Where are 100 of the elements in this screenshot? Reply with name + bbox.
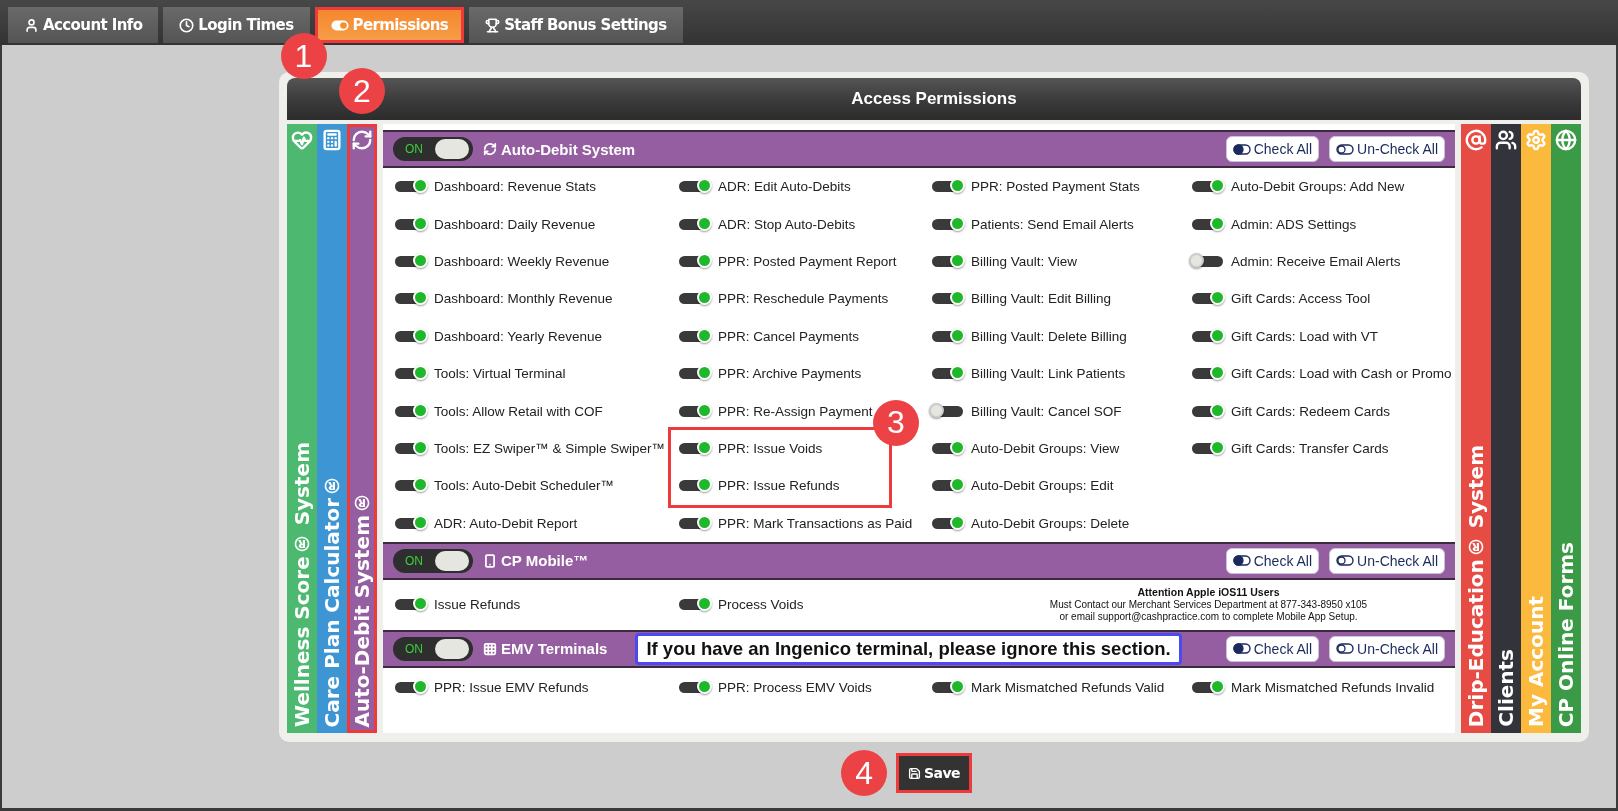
- toggle-switch[interactable]: [395, 293, 426, 305]
- side-tab[interactable]: Clients: [1491, 124, 1521, 733]
- notice-title: Attention Apple iOS11 Users: [1137, 586, 1280, 599]
- permission-label: Gift Cards: Load with Cash or Promo: [1231, 366, 1452, 382]
- toggle-switch[interactable]: [395, 330, 426, 342]
- master-switch[interactable]: ON: [393, 636, 473, 661]
- toggle-switch[interactable]: [1192, 181, 1223, 193]
- permission-label: Gift Cards: Transfer Cards: [1231, 440, 1389, 456]
- side-tab[interactable]: Auto-Debit System®: [347, 124, 377, 733]
- toggle-icon: [1232, 643, 1251, 655]
- master-switch[interactable]: ON: [393, 137, 473, 161]
- section-title: EMV Terminals: [483, 640, 608, 658]
- permission-label: PPR: Cancel Payments: [718, 328, 860, 344]
- toggle-switch[interactable]: [679, 181, 710, 193]
- toggle-switch[interactable]: [679, 405, 710, 417]
- toggle-switch[interactable]: [679, 218, 710, 230]
- toggle-switch[interactable]: [395, 442, 426, 454]
- tab[interactable]: Login Times: [163, 7, 310, 43]
- uncheck-all-button[interactable]: Un-Check All: [1329, 547, 1445, 574]
- toggle-switch[interactable]: [679, 255, 710, 267]
- toggle-switch[interactable]: [679, 480, 710, 492]
- toggle-switch[interactable]: [932, 181, 963, 193]
- toggle-switch[interactable]: [932, 480, 963, 492]
- toggle-switch[interactable]: [395, 517, 426, 529]
- toggle-switch[interactable]: [932, 442, 963, 454]
- toggle-switch[interactable]: [679, 442, 710, 454]
- toggle-switch[interactable]: [1192, 368, 1223, 380]
- callout-number: 2: [339, 68, 385, 114]
- toggle-switch[interactable]: [395, 218, 426, 230]
- save-button[interactable]: Save: [899, 756, 969, 790]
- permission-label: Billing Vault: Delete Billing: [971, 328, 1127, 344]
- toggle-icon: [1232, 143, 1251, 155]
- permission-label: PPR: Re-Assign Payment: [718, 403, 873, 419]
- side-tab[interactable]: Drip-Education® System: [1461, 124, 1491, 733]
- toggle-switch[interactable]: [932, 405, 963, 417]
- toggle-icon: [330, 19, 349, 31]
- permission-label: Tools: Auto-Debit Scheduler™: [434, 478, 615, 494]
- toggle-switch[interactable]: [395, 368, 426, 380]
- permission-label: Issue Refunds: [434, 597, 521, 613]
- permission-label: Dashboard: Daily Revenue: [434, 216, 596, 232]
- toggle-switch[interactable]: [395, 599, 426, 611]
- tab[interactable]: Staff Bonus Settings: [469, 7, 683, 43]
- uncheck-all-button[interactable]: Un-Check All: [1329, 136, 1445, 162]
- toggle-switch[interactable]: [395, 405, 426, 417]
- toggle-icon: [1232, 555, 1251, 567]
- check-all-button[interactable]: Check All: [1225, 547, 1320, 574]
- toggle-switch[interactable]: [679, 517, 710, 529]
- permission-label: PPR: Issue Refunds: [718, 478, 840, 494]
- toggle-switch[interactable]: [932, 255, 963, 267]
- toggle-switch[interactable]: [679, 293, 710, 305]
- refresh-icon: [483, 142, 497, 156]
- permission-label: Tools: EZ Swiper™ & Simple Swiper™: [434, 440, 666, 456]
- permission-label: Auto-Debit Groups: Delete: [971, 515, 1130, 531]
- toggle-icon: [1336, 143, 1355, 155]
- toggle-switch[interactable]: [932, 368, 963, 380]
- section-title: Auto-Debit System: [483, 140, 636, 158]
- toggle-switch[interactable]: [679, 368, 710, 380]
- permission-label: PPR: Mark Transactions as Paid: [718, 515, 913, 531]
- toggle-icon: [1336, 555, 1355, 567]
- toggle-switch[interactable]: [1192, 442, 1223, 454]
- permission-label: Dashboard: Monthly Revenue: [434, 291, 613, 307]
- permission-label: Billing Vault: Edit Billing: [971, 291, 1112, 307]
- toggle-switch[interactable]: [1192, 218, 1223, 230]
- permission-label: Auto-Debit Groups: Edit: [971, 478, 1114, 494]
- check-all-button[interactable]: Check All: [1225, 635, 1320, 662]
- toggle-switch[interactable]: [395, 181, 426, 193]
- users-icon: [1495, 129, 1517, 151]
- callout-number: 4: [841, 750, 888, 796]
- toggle-switch[interactable]: [679, 330, 710, 342]
- toggle-switch[interactable]: [1192, 682, 1223, 694]
- toggle-switch[interactable]: [679, 682, 710, 694]
- permission-label: Billing Vault: View: [971, 253, 1078, 269]
- side-tab[interactable]: CP Online Forms: [1551, 124, 1581, 733]
- permission-label: PPR: Posted Payment Stats: [971, 179, 1140, 195]
- toggle-switch[interactable]: [1192, 330, 1223, 342]
- toggle-switch[interactable]: [932, 682, 963, 694]
- permission-label: Auto-Debit Groups: Add New: [1231, 179, 1405, 195]
- save-icon: [908, 766, 922, 780]
- permission-label: PPR: Issue EMV Refunds: [434, 680, 589, 696]
- toggle-switch[interactable]: [932, 218, 963, 230]
- permission-label: Admin: Receive Email Alerts: [1231, 253, 1401, 269]
- toggle-switch[interactable]: [932, 293, 963, 305]
- tab[interactable]: Account Info: [8, 7, 159, 43]
- permission-label: ADR: Auto-Debit Report: [434, 515, 578, 531]
- toggle-switch[interactable]: [932, 517, 963, 529]
- toggle-switch[interactable]: [1192, 255, 1223, 267]
- check-all-button[interactable]: Check All: [1225, 136, 1320, 162]
- toggle-switch[interactable]: [395, 682, 426, 694]
- toggle-switch[interactable]: [1192, 293, 1223, 305]
- permission-label: Admin: ADS Settings: [1231, 216, 1357, 232]
- toggle-switch[interactable]: [679, 599, 710, 611]
- permission-label: Gift Cards: Load with VT: [1231, 328, 1379, 344]
- toggle-switch[interactable]: [395, 255, 426, 267]
- toggle-switch[interactable]: [932, 330, 963, 342]
- notice-text: Must Contact our Merchant Services Department at 877-343-8950 x105: [1049, 598, 1368, 612]
- toggle-switch[interactable]: [395, 480, 426, 492]
- toggle-switch[interactable]: [1192, 405, 1223, 417]
- callout-number: 3: [873, 399, 919, 446]
- uncheck-all-button[interactable]: Un-Check All: [1329, 635, 1445, 662]
- master-switch[interactable]: ON: [393, 548, 473, 573]
